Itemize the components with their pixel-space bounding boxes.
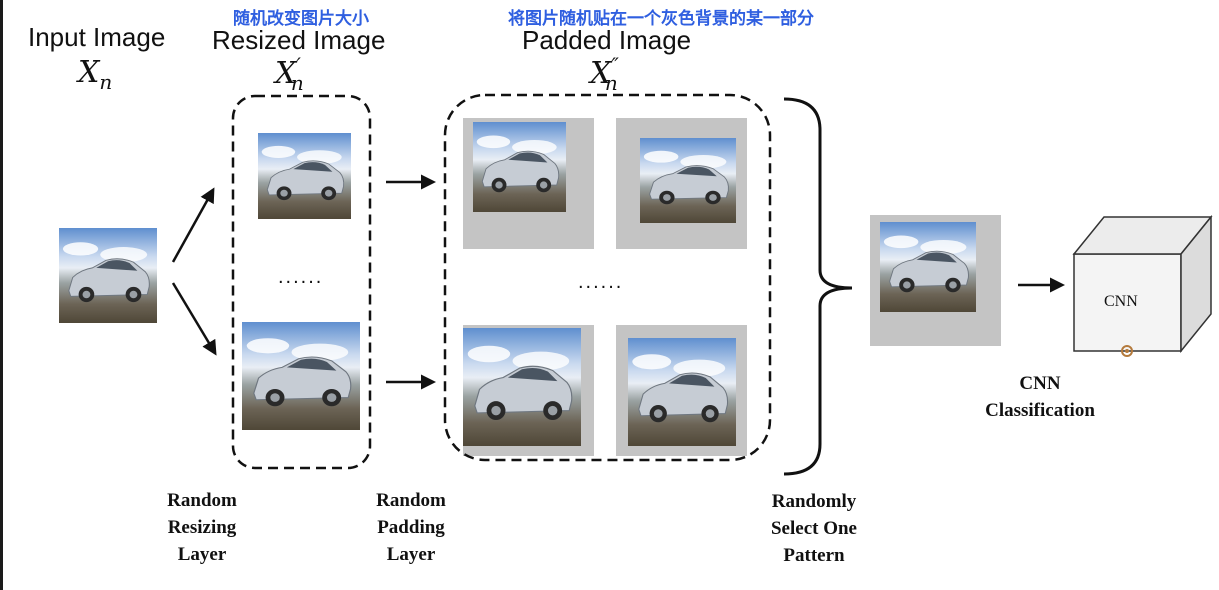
random-select-pattern-label: Randomly Select One Pattern	[770, 491, 857, 566]
left-border	[0, 0, 3, 590]
car-photo	[242, 322, 360, 430]
arrow-to-resized-top	[171, 187, 215, 263]
cnn-cube	[1072, 214, 1213, 357]
cnn-box-label: CNN	[1104, 293, 1138, 310]
padded-image-symbol: X″n	[590, 53, 619, 95]
padded-image-title: Padded Image	[522, 25, 692, 55]
input-image-title: Input Image	[28, 22, 166, 52]
car-photo	[463, 328, 581, 446]
car-photo	[258, 133, 351, 219]
arrow-to-resized-bottom	[171, 282, 217, 356]
resized-image-symbol: X′n	[275, 53, 304, 95]
input-image-symbol: Xn	[78, 55, 113, 94]
ellipsis: ......	[578, 271, 624, 293]
random-padding-layer-label: Random Padding Layer	[376, 490, 446, 565]
car-photo	[880, 222, 976, 312]
car-photo	[473, 122, 566, 212]
car-photo	[628, 338, 736, 446]
random-resizing-layer-label: Random Resizing Layer	[167, 490, 237, 565]
resized-image-title: Resized Image	[212, 25, 386, 55]
car-photo	[59, 228, 157, 323]
ellipsis: ......	[278, 266, 324, 288]
select-bracket	[783, 97, 853, 476]
cnn-classification-label: CNN Classification	[985, 373, 1095, 421]
car-photo	[640, 138, 736, 223]
